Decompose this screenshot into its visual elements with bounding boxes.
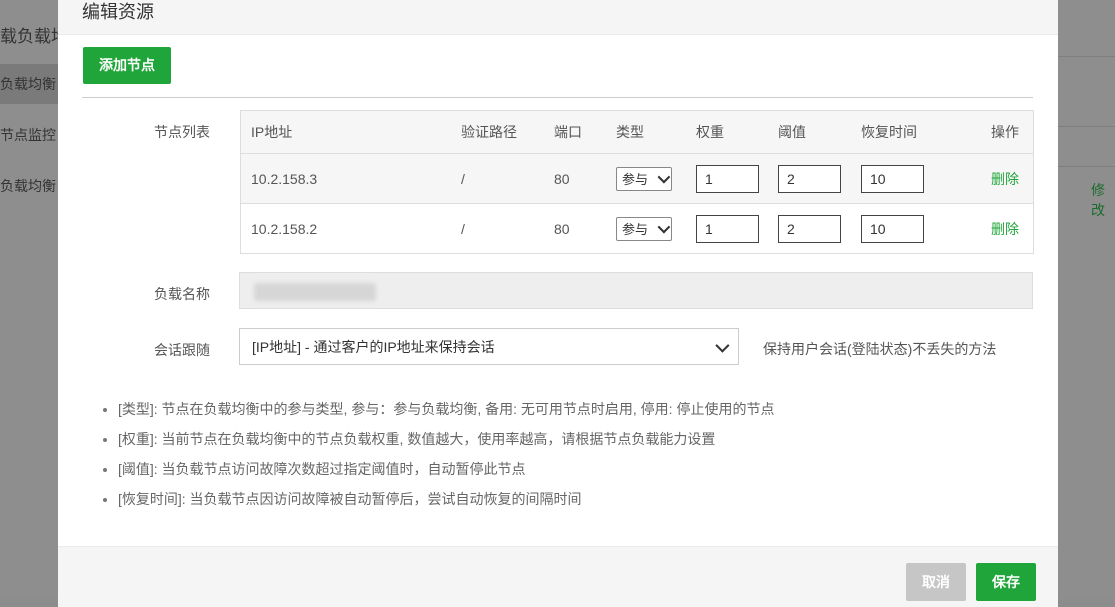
delete-node-link[interactable]: 删除	[991, 219, 1019, 239]
table-row: 10.2.158.2 / 80 参与 1 2 10 删除	[241, 204, 1033, 253]
add-node-button[interactable]: 添加节点	[83, 47, 171, 84]
recovery-time-input[interactable]: 10	[861, 214, 924, 243]
node-table: IP地址 验证路径 端口 类型 权重 阈值 恢复时间 操作 10.2.158.3…	[240, 110, 1034, 254]
dialog-title: 编辑资源	[82, 2, 154, 22]
edit-resource-dialog: 编辑资源 添加节点 节点列表 IP地址 验证路径 端口 类型 权重 阈值 恢复时…	[58, 0, 1058, 607]
header-action: 操作	[991, 124, 1019, 140]
header-path: 验证路径	[461, 124, 517, 140]
delete-node-link[interactable]: 删除	[991, 169, 1019, 189]
list-item: [阈值]: 当负载节点访问故障次数超过指定阈值时，自动暂停此节点	[118, 454, 774, 484]
table-row: 10.2.158.3 / 80 参与 1 2 10 删除	[241, 154, 1033, 204]
session-hint: 保持用户会话(登陆状态)不丢失的方法	[763, 341, 997, 357]
chevron-down-icon	[715, 338, 730, 353]
node-ip: 10.2.158.2	[251, 220, 318, 237]
chevron-down-icon	[657, 220, 671, 234]
node-ip: 10.2.158.3	[251, 170, 318, 187]
help-notes: [类型]: 节点在负载均衡中的参与类型, 参与：参与负载均衡, 备用: 无可用节…	[98, 394, 774, 514]
threshold-input[interactable]: 2	[778, 164, 841, 193]
save-button[interactable]: 保存	[976, 563, 1036, 601]
session-follow-select[interactable]: [IP地址] - 通过客户的IP地址来保持会话	[239, 328, 739, 365]
node-path: /	[461, 220, 465, 237]
list-item: [权重]: 当前节点在负载均衡中的节点负载权重, 数值越大，使用率越高，请根据节…	[118, 424, 774, 454]
list-item: [类型]: 节点在负载均衡中的参与类型, 参与：参与负载均衡, 备用: 无可用节…	[118, 394, 774, 424]
node-path: /	[461, 170, 465, 187]
session-label: 会话跟随	[154, 342, 210, 358]
header-weight: 权重	[696, 124, 724, 140]
table-header-row: IP地址 验证路径 端口 类型 权重 阈值 恢复时间 操作	[241, 111, 1033, 154]
redacted-name	[254, 283, 376, 301]
node-type-select[interactable]: 参与	[616, 166, 672, 191]
node-type-value: 参与	[622, 172, 649, 187]
node-type-value: 参与	[622, 222, 649, 237]
header-recovery: 恢复时间	[861, 124, 917, 140]
sidebar-item-load-balance[interactable]: 负载均衡	[0, 64, 58, 104]
divider	[82, 97, 1033, 98]
weight-input[interactable]: 1	[696, 164, 759, 193]
header-ip: IP地址	[251, 124, 293, 140]
node-port: 80	[554, 220, 570, 237]
node-list-label: 节点列表	[154, 124, 210, 140]
header-port: 端口	[554, 124, 582, 140]
sidebar-item-node-monitor[interactable]: 节点监控	[0, 125, 56, 145]
load-name-label: 负载名称	[154, 286, 210, 302]
chevron-down-icon	[657, 170, 671, 184]
header-threshold: 阈值	[778, 124, 806, 140]
session-follow-value: [IP地址] - 通过客户的IP地址来保持会话	[252, 338, 495, 355]
edit-link[interactable]: 修改	[1091, 180, 1115, 220]
node-port: 80	[554, 170, 570, 187]
list-item: [恢复时间]: 当负载节点因访问故障被自动暂停后，尝试自动恢复的间隔时间	[118, 484, 774, 514]
recovery-time-input[interactable]: 10	[861, 164, 924, 193]
threshold-input[interactable]: 2	[778, 214, 841, 243]
dialog-footer: 取消 保存	[58, 546, 1058, 607]
header-type: 类型	[616, 124, 644, 140]
weight-input[interactable]: 1	[696, 214, 759, 243]
node-type-select[interactable]: 参与	[616, 216, 672, 241]
sidebar-item-load-balance-2[interactable]: 负载均衡	[0, 176, 56, 196]
dialog-header: 编辑资源	[58, 0, 1058, 35]
load-name-input[interactable]	[239, 272, 1033, 309]
cancel-button[interactable]: 取消	[906, 563, 966, 601]
